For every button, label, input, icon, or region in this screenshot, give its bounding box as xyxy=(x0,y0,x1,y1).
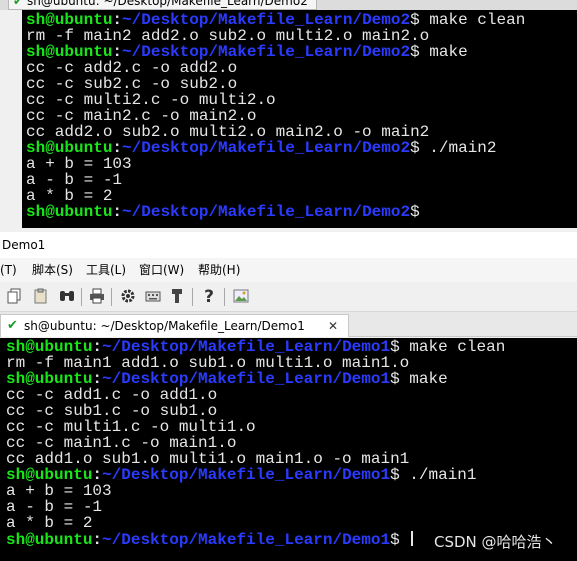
tab-demo2[interactable]: ✔ sh@ubuntu: ~/Desktop/Makefile_Learn/De… xyxy=(8,0,317,10)
output-line: cc -c sub2.c -o sub2.o xyxy=(26,76,577,92)
window-title: Demo1 xyxy=(0,232,577,258)
command-text: ./main2 xyxy=(429,139,497,157)
tab-label: sh@ubuntu: ~/Desktop/Makefile_Learn/Demo… xyxy=(24,319,305,333)
output-line: a * b = 2 xyxy=(6,515,577,531)
command-text: make clean xyxy=(429,11,526,29)
output-line: cc add1.o sub1.o multi1.o main1.o -o mai… xyxy=(6,451,577,467)
output-line: a + b = 103 xyxy=(6,483,577,499)
command-text: ./main1 xyxy=(409,466,477,484)
output-line: a * b = 2 xyxy=(26,188,577,204)
prompt-dollar: $ xyxy=(390,466,410,484)
text-cursor xyxy=(411,531,414,546)
output-line: cc -c main1.c -o main1.o xyxy=(6,435,577,451)
prompt-line: sh@ubuntu:~/Desktop/Makefile_Learn/Demo1… xyxy=(6,371,577,387)
menu-tools[interactable]: 工具(L) xyxy=(86,258,126,282)
prompt-dollar: $ xyxy=(410,203,430,221)
output-line: cc -c main2.c -o main2.o xyxy=(26,108,577,124)
keymap-icon[interactable] xyxy=(144,288,162,306)
output-line: a + b = 103 xyxy=(26,156,577,172)
prompt-dollar: $ xyxy=(390,531,410,549)
output-line: cc -c multi1.c -o multi1.o xyxy=(6,419,577,435)
prompt-line: sh@ubuntu:~/Desktop/Makefile_Learn/Demo2… xyxy=(26,12,577,28)
toolbar: ? xyxy=(0,282,577,312)
tab-label: sh@ubuntu: ~/Desktop/Makefile_Learn/Demo… xyxy=(27,0,308,8)
prompt-user: sh@ubuntu xyxy=(26,203,113,221)
prompt-colon: : xyxy=(92,531,103,549)
output-text: a * b = 2 xyxy=(6,514,93,532)
copy-icon[interactable] xyxy=(6,288,24,306)
output-line: cc add2.o sub2.o multi2.o main2.o -o mai… xyxy=(26,124,577,140)
watermark: CSDN @哈哈浩丶 xyxy=(434,533,557,551)
prompt-path: ~/Desktop/Makefile_Learn/Demo1 xyxy=(102,531,391,549)
key-icon[interactable] xyxy=(168,288,186,306)
prompt-dollar: $ xyxy=(410,43,430,61)
command-text: make clean xyxy=(409,338,506,356)
prompt-path: ~/Desktop/Makefile_Learn/Demo2 xyxy=(122,203,411,221)
paste-icon[interactable] xyxy=(32,288,50,306)
image-icon[interactable] xyxy=(232,288,250,306)
output-line: cc -c add1.c -o add1.o xyxy=(6,387,577,403)
close-tab-icon[interactable]: ✕ xyxy=(328,315,338,337)
terminal-demo2[interactable]: sh@ubuntu:~/Desktop/Makefile_Learn/Demo2… xyxy=(22,10,577,228)
terminal-demo1[interactable]: sh@ubuntu:~/Desktop/Makefile_Learn/Demo1… xyxy=(0,338,577,561)
prompt-dollar: $ xyxy=(390,370,410,388)
prompt-line: sh@ubuntu:~/Desktop/Makefile_Learn/Demo1… xyxy=(6,339,577,355)
prompt-line: sh@ubuntu:~/Desktop/Makefile_Learn/Demo1… xyxy=(6,467,577,483)
output-line: cc -c add2.c -o add2.o xyxy=(26,60,577,76)
toolbar-separator xyxy=(81,288,82,306)
output-line: cc -c multi2.c -o multi2.o xyxy=(26,92,577,108)
menu-help[interactable]: 帮助(H) xyxy=(198,258,240,282)
prompt-colon: : xyxy=(112,203,123,221)
tab-demo1[interactable]: ✔ sh@ubuntu: ~/Desktop/Makefile_Learn/De… xyxy=(0,314,349,337)
menu-tools-t[interactable]: (T) xyxy=(0,258,17,282)
connected-check-icon: ✔ xyxy=(7,318,18,333)
output-line: cc -c sub1.c -o sub1.o xyxy=(6,403,577,419)
prompt-user: sh@ubuntu xyxy=(6,531,93,549)
command-text: make xyxy=(409,370,448,388)
menu-window[interactable]: 窗口(W) xyxy=(139,258,184,282)
output-line: a - b = -1 xyxy=(6,499,577,515)
output-line: rm -f main1 add1.o sub1.o multi1.o main1… xyxy=(6,355,577,371)
settings-icon[interactable] xyxy=(119,288,137,306)
top-tab-bar: ✔ sh@ubuntu: ~/Desktop/Makefile_Learn/De… xyxy=(0,0,577,10)
prompt-dollar: $ xyxy=(410,139,430,157)
output-line: a - b = -1 xyxy=(26,172,577,188)
prompt-path: ~/Desktop/Makefile_Learn/Demo2 xyxy=(122,139,411,157)
print-icon[interactable] xyxy=(88,288,106,306)
connected-check-icon: ✔ xyxy=(13,0,24,8)
toolbar-separator xyxy=(111,288,112,306)
menu-script[interactable]: 脚本(S) xyxy=(32,258,73,282)
output-line: rm -f main2 add2.o sub2.o multi2.o main2… xyxy=(26,28,577,44)
menu-bar: (T) 脚本(S) 工具(L) 窗口(W) 帮助(H) xyxy=(0,258,577,282)
prompt-line: sh@ubuntu:~/Desktop/Makefile_Learn/Demo2… xyxy=(26,44,577,60)
toolbar-separator xyxy=(192,288,193,306)
find-icon[interactable] xyxy=(58,288,76,306)
help-icon[interactable]: ? xyxy=(200,288,218,306)
session-tab-bar: ✔ sh@ubuntu: ~/Desktop/Makefile_Learn/De… xyxy=(0,312,577,337)
command-text: make xyxy=(429,43,468,61)
toolbar-separator xyxy=(224,288,225,306)
prompt-path: ~/Desktop/Makefile_Learn/Demo1 xyxy=(102,466,391,484)
prompt-line: sh@ubuntu:~/Desktop/Makefile_Learn/Demo2… xyxy=(26,204,577,220)
prompt-line: sh@ubuntu:~/Desktop/Makefile_Learn/Demo2… xyxy=(26,140,577,156)
